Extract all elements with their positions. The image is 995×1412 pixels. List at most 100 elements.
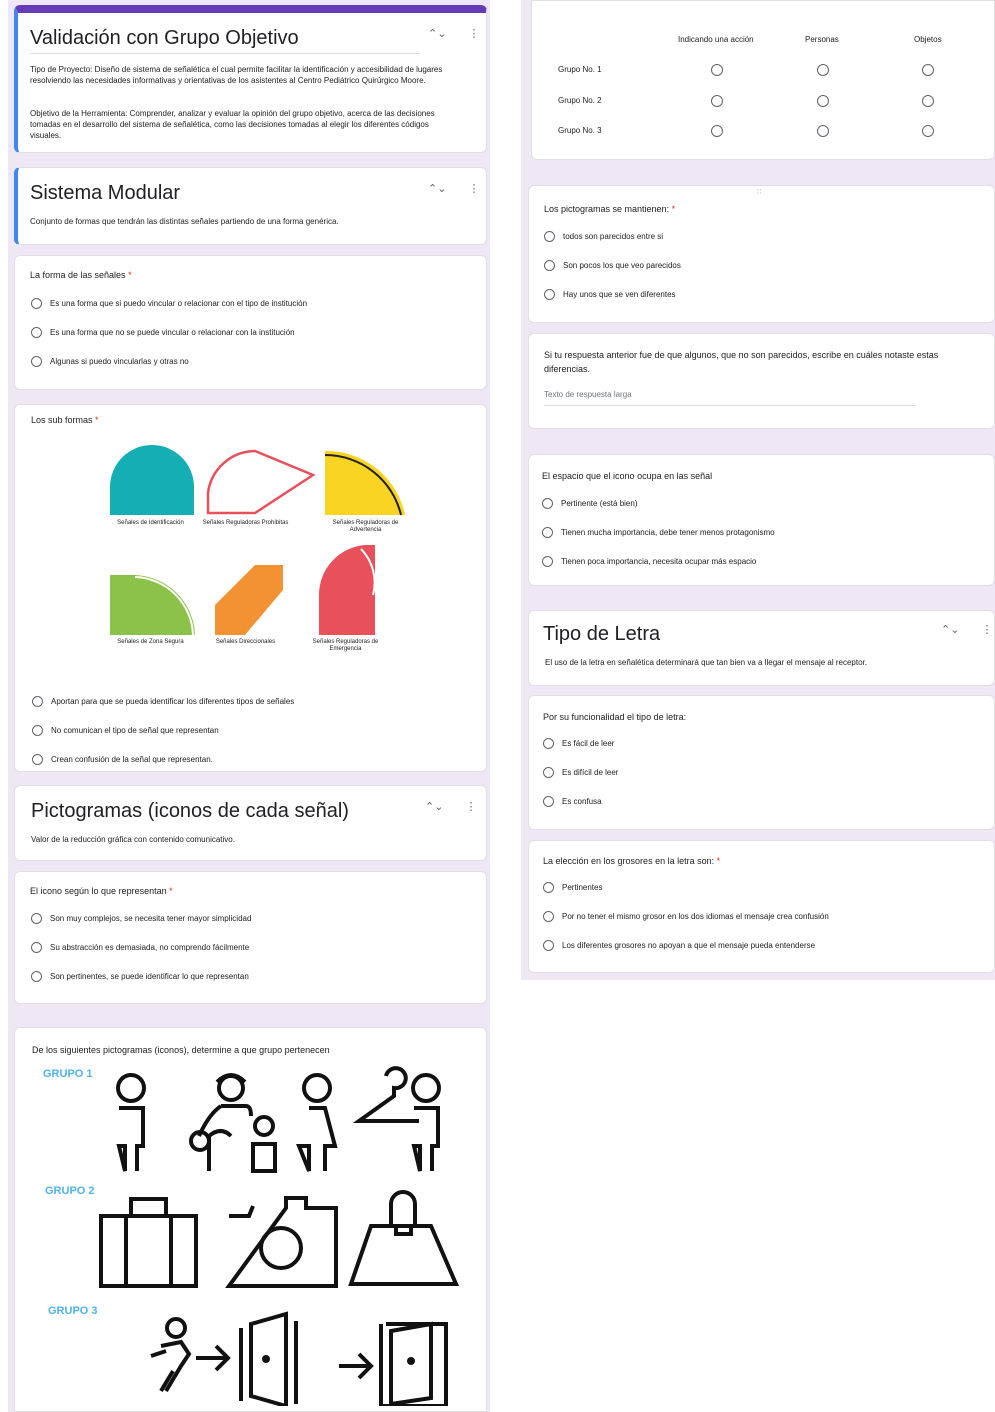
question-card-mantienen[interactable]: ∷ Los pictogramas se mantienen: * todos … [528,185,995,323]
radio-button[interactable] [543,882,554,893]
radio-option[interactable]: Tienen poca importancia, necesita ocupar… [542,556,756,567]
radio-button[interactable] [32,725,43,736]
shape-caption: Señales Reguladoras de Emergencia [312,639,379,652]
question-card-diferencias[interactable]: Si tu respuesta anterior fue de que algu… [528,333,995,429]
question-label: La elección en los grosores en la letra … [543,856,721,866]
grid-radio-button[interactable] [817,64,829,76]
radio-button[interactable] [543,940,554,951]
radio-option[interactable]: Por no tener el mismo grosor en los dos … [543,911,829,922]
radio-button[interactable] [31,298,42,309]
section-tools: ⌃⌄ ⋮ [941,623,992,636]
radio-option[interactable]: Es fácil de leer [543,738,614,749]
radio-button[interactable] [544,289,555,300]
subformas-image [110,445,405,636]
grid-radio-button[interactable] [817,125,829,137]
radio-button[interactable] [544,260,555,271]
form-title-card[interactable]: Validación con Grupo Objetivo ⌃⌄ ⋮ Tipo … [14,5,487,153]
radio-button[interactable] [542,527,553,538]
grid-radio-button[interactable] [922,95,934,107]
radio-button[interactable] [543,767,554,778]
radio-button[interactable] [31,327,42,338]
radio-option[interactable]: Es una forma que si puedo vincular o rel… [31,298,307,309]
radio-button[interactable] [542,498,553,509]
radio-button[interactable] [543,911,554,922]
radio-option[interactable]: Es difícil de leer [543,767,618,778]
radio-option[interactable]: Pertinente (está bien) [542,498,638,509]
radio-option[interactable]: Pertinentes [543,882,602,893]
question-label: Por su funcionalidad el tipo de letra: [543,712,687,722]
question-card-subformas[interactable]: Los sub formas * Señales de Identificaci… [14,404,487,772]
radio-button[interactable] [31,356,42,367]
radio-option[interactable]: Los diferentes grosores no apoyan a que … [543,940,815,951]
question-label: El espacio que el icono ocupa en las señ… [542,471,713,481]
question-card-pictogramas[interactable]: De los siguientes pictogramas (iconos), … [14,1027,487,1412]
question-card-grid[interactable]: Indicando una acción Personas Objetos Gr… [531,0,995,160]
grid-radio-button[interactable] [711,64,723,76]
mother-child-icon [189,1073,277,1173]
radio-button[interactable] [542,556,553,567]
radio-option[interactable]: Son muy complejos, se necesita tener may… [31,913,251,924]
grid-radio-button[interactable] [922,64,934,76]
section-header-sistema-modular[interactable]: Sistema Modular ⌃⌄ ⋮ Conjunto de formas … [14,167,487,245]
grid-radio-button[interactable] [711,125,723,137]
question-card-espacio[interactable]: El espacio que el icono ocupa en las señ… [528,454,995,586]
radio-button[interactable] [31,971,42,982]
section-tools: ⌃⌄ ⋮ [428,182,479,195]
shape-caption: Señales Reguladoras de Advertencia [332,520,399,533]
section-header-pictogramas[interactable]: Pictogramas (iconos de cada señal) ⌃⌄ ⋮ … [14,785,487,861]
form-description-type: Tipo de Proyecto: Diseño de sistema de s… [30,65,443,85]
more-vert-icon[interactable]: ⋮ [981,623,992,636]
question-label: Si tu respuesta anterior fue de que algu… [544,350,939,374]
grid-radio-button[interactable] [922,125,934,137]
grid-radio-button[interactable] [711,95,723,107]
collapse-icon[interactable]: ⌃⌄ [428,27,446,40]
radio-button[interactable] [32,754,43,765]
radio-option[interactable]: Es confusa [543,796,602,807]
radio-button[interactable] [31,913,42,924]
radio-option[interactable]: Son pocos los que veo parecidos [544,260,681,271]
collapse-icon[interactable]: ⌃⌄ [428,182,446,195]
drag-handle-icon[interactable]: ∷ [757,188,761,196]
arrow-right-icon [196,1344,231,1372]
radio-option[interactable]: Aportan para que se pueda identificar lo… [32,696,294,707]
radio-button[interactable] [543,796,554,807]
shape-caption: Señales Reguladoras Prohibitas [202,520,289,526]
shape-zona-segura [110,575,195,635]
more-vert-icon[interactable]: ⋮ [468,182,479,195]
radio-option[interactable]: Crean confusión de la señal que represen… [32,754,213,765]
radio-option[interactable]: Son pertinentes, se puede identificar lo… [31,971,249,982]
radio-option[interactable]: Algunas si puedo vincularlas y otras no [31,356,189,367]
question-card-icono[interactable]: El icono según lo que representan * Son … [14,871,487,1004]
question-label: Los pictogramas se mantienen: * [544,204,676,214]
radio-button[interactable] [544,231,555,242]
person-icon [116,1073,146,1172]
long-answer-field[interactable]: Texto de respuesta larga [544,390,916,406]
radio-option[interactable]: Su abstracción es demasiada, no comprend… [31,942,249,953]
section-tools: ⌃⌄ ⋮ [425,800,476,813]
grid-row-label: Grupo No. 1 [558,65,602,74]
question-card-funcionalidad[interactable]: Por su funcionalidad el tipo de letra: E… [528,695,995,830]
exit-door-icon [379,1321,448,1406]
section-header-tipo-de-letra[interactable]: Tipo de Letra ⌃⌄ ⋮ El uso de la letra en… [528,610,995,686]
hanger-person-icon [352,1066,441,1172]
section-title: Sistema Modular [30,182,181,204]
radio-option[interactable]: Tienen mucha importancia, debe tener men… [542,527,775,538]
arrow-right-icon [339,1352,374,1380]
grid-column-header: Objetos [914,35,942,44]
radio-button[interactable] [543,738,554,749]
collapse-icon[interactable]: ⌃⌄ [941,623,959,636]
form-title: Validación con Grupo Objetivo [30,27,299,49]
radio-option[interactable]: Hay unos que se ven diferentes [544,289,676,300]
grid-radio-button[interactable] [817,95,829,107]
collapse-icon[interactable]: ⌃⌄ [425,800,443,813]
more-vert-icon[interactable]: ⋮ [465,800,476,813]
radio-option[interactable]: Es una forma que no se puede vincular o … [31,327,295,338]
question-card-forma[interactable]: La forma de las señales * Es una forma q… [14,255,487,390]
radio-option[interactable]: todos son parecidos entre si [544,231,663,242]
title-divider [30,53,420,54]
more-vert-icon[interactable]: ⋮ [468,27,479,40]
radio-button[interactable] [31,942,42,953]
question-card-grosores[interactable]: La elección en los grosores en la letra … [528,840,995,973]
radio-option[interactable]: No comunican el tipo de señal que repres… [32,725,219,736]
radio-button[interactable] [32,696,43,707]
